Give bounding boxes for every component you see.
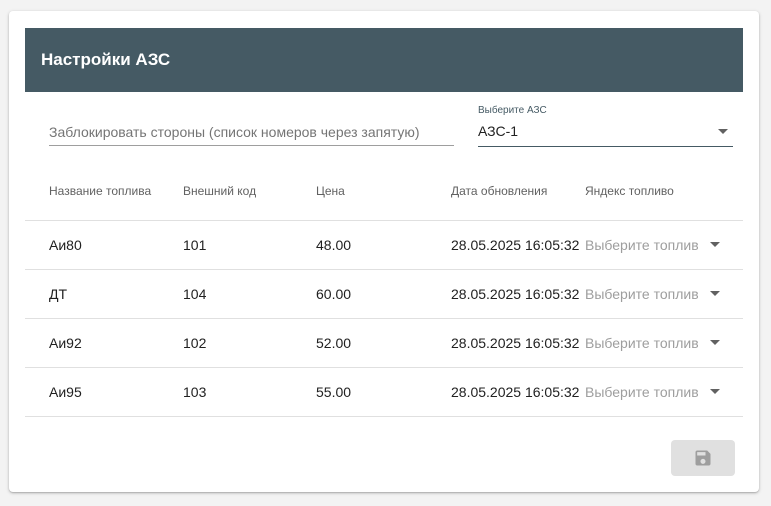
chevron-down-icon <box>718 129 728 134</box>
updated-cell: 28.05.2025 16:05:32 <box>451 335 580 351</box>
fuel-table: Название топлива Внешний код Цена Дата о… <box>25 171 743 417</box>
yandex-fuel-select[interactable]: Выберите топливо <box>585 270 720 318</box>
chevron-down-icon <box>710 340 720 345</box>
page-title: Настройки АЗС <box>41 50 171 69</box>
station-select-label: Выберите АЗС <box>478 105 547 116</box>
price-cell: 55.00 <box>316 384 352 400</box>
yandex-fuel-placeholder: Выберите топливо <box>585 384 698 400</box>
card-header: Настройки АЗС <box>25 28 743 92</box>
table-row: Аи80 101 48.00 28.05.2025 16:05:32 Выбер… <box>25 221 743 270</box>
yandex-fuel-placeholder: Выберите топливо <box>585 335 698 351</box>
column-header-price: Цена <box>316 184 345 198</box>
price-cell: 52.00 <box>316 335 352 351</box>
column-header-updated: Дата обновления <box>451 184 548 198</box>
external-code-cell: 103 <box>183 384 207 400</box>
updated-cell: 28.05.2025 16:05:32 <box>451 237 580 253</box>
fuel-name-cell: Аи80 <box>49 237 82 253</box>
updated-cell: 28.05.2025 16:05:32 <box>451 286 580 302</box>
price-cell: 48.00 <box>316 237 352 253</box>
external-code-cell: 102 <box>183 335 207 351</box>
block-sides-field[interactable] <box>49 115 454 147</box>
yandex-fuel-select[interactable]: Выберите топливо <box>585 319 720 367</box>
column-header-external-code: Внешний код <box>183 184 257 198</box>
fuel-name-cell: Аи95 <box>49 384 82 400</box>
save-button[interactable] <box>671 440 735 476</box>
yandex-fuel-placeholder: Выберите топливо <box>585 237 698 253</box>
table-row: Аи92 102 52.00 28.05.2025 16:05:32 Выбер… <box>25 319 743 368</box>
column-header-fuel-name: Название топлива <box>49 184 152 198</box>
station-select[interactable]: Выберите АЗС АЗС-1 <box>478 104 733 147</box>
chevron-down-icon <box>710 242 720 247</box>
settings-card: Настройки АЗС Выберите АЗС АЗС-1 Названи… <box>9 11 759 492</box>
updated-cell: 28.05.2025 16:05:32 <box>451 384 580 400</box>
fuel-name-cell: ДТ <box>49 286 68 302</box>
table-header-row: Название топлива Внешний код Цена Дата о… <box>25 171 743 221</box>
chevron-down-icon <box>710 291 720 296</box>
chevron-down-icon <box>710 389 720 394</box>
yandex-fuel-placeholder: Выберите топливо <box>585 286 698 302</box>
external-code-cell: 101 <box>183 237 207 253</box>
external-code-cell: 104 <box>183 286 207 302</box>
floppy-disk-icon <box>695 450 711 466</box>
table-row: Аи95 103 55.00 28.05.2025 16:05:32 Выбер… <box>25 368 743 417</box>
fuel-name-cell: Аи92 <box>49 335 82 351</box>
block-sides-input[interactable] <box>49 117 454 147</box>
station-select-value: АЗС-1 <box>478 123 519 139</box>
column-header-yandex-fuel: Яндекс топливо <box>585 184 674 198</box>
price-cell: 60.00 <box>316 286 352 302</box>
table-row: ДТ 104 60.00 28.05.2025 16:05:32 Выберит… <box>25 270 743 319</box>
yandex-fuel-select[interactable]: Выберите топливо <box>585 368 720 416</box>
yandex-fuel-select[interactable]: Выберите топливо <box>585 221 720 269</box>
